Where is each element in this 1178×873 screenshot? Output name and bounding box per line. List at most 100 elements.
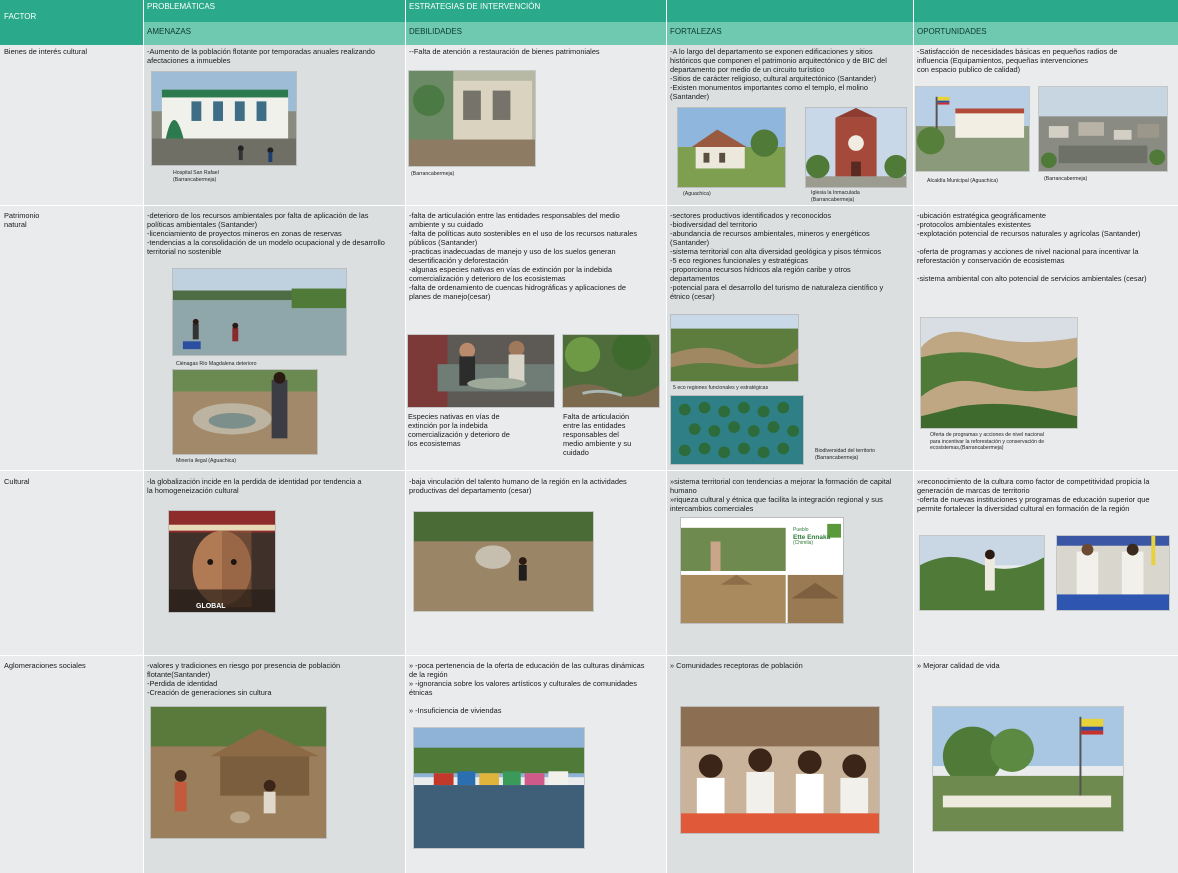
text-line: planes de manejo(cesar) — [409, 292, 491, 302]
text-line: reforestación y conservación de ecosiste… — [917, 256, 1065, 266]
caption-line: 5 eco regiones funcionales y estratégica… — [673, 385, 769, 391]
photo-caption: Minería ilegal (Aguachica) — [176, 458, 236, 465]
photo-caption: Hospital San Rafael (Barrancabermeja) — [173, 170, 219, 183]
row1-factor: Bienes de interés cultural — [0, 45, 143, 205]
row2-factor: Patrimonio natural — [0, 205, 143, 470]
text-line: -potencial para el desarrollo del turism… — [670, 283, 884, 293]
text-line: --Falta de atención a restauración de bi… — [409, 47, 600, 56]
header-factor: FACTOR — [0, 0, 143, 45]
mountain-woman-photo — [919, 535, 1045, 611]
header-fortalezas: FORTALEZAS — [666, 22, 913, 45]
text-line: » -ignorancia sobre los valores artístic… — [409, 679, 637, 689]
text-line: -practicas inadecuadas de manejo y uso d… — [409, 247, 616, 257]
caption-line: (Aguachica) — [683, 191, 711, 197]
text-line: -tendencias a la consolidación de un mod… — [147, 238, 385, 248]
cienagas-flood-photo — [172, 268, 347, 356]
caption-line: Alcaldía Municipal (Aguachica) — [927, 178, 998, 184]
text-line: -sectores productivos identificados y re… — [670, 211, 832, 220]
photo-caption: (Barrancabermeja) — [1044, 176, 1087, 183]
text-line: » -Insuficiencia de viviendas — [409, 706, 502, 716]
text-line: »reconocimiento de la cultura como facto… — [917, 477, 1150, 486]
text-line: departamento por medio de un circuito tu… — [670, 65, 825, 75]
text-line: natural — [4, 220, 27, 230]
column-divider — [405, 0, 406, 873]
text-line: (Santander) — [670, 238, 710, 248]
text-line: -Creación de generaciones sin cultura — [147, 688, 272, 698]
row3-factor: Cultural — [0, 470, 143, 655]
caption-line: (Barrancabermeja) — [411, 171, 455, 177]
text-line: -la globalización incide en la perdida d… — [147, 477, 362, 486]
text-line: departamentos — [670, 274, 720, 284]
text-line: generación de marcas de territorio — [917, 486, 1030, 496]
text-line: -valores y tradiciones en riesgo por pre… — [147, 661, 341, 670]
river-valley-photo — [670, 314, 799, 382]
text-line: -Perdida de identidad — [147, 679, 218, 689]
text-line: -biodiversidad del territorio — [670, 220, 758, 230]
caption-line: Falta de articulación — [563, 412, 630, 421]
text-line: productivas del departamento (cesar) — [409, 486, 532, 496]
text-line: étnico (cesar) — [670, 292, 715, 302]
text-line: influencia (Equipamientos, pequeñas inte… — [917, 56, 1088, 66]
hospital-photo — [151, 71, 297, 166]
text-line: desertificación y deforestación — [409, 256, 509, 266]
photo-caption: Iglesia la Inmaculada (Barrancabermeja) — [811, 190, 860, 203]
text-line: con espacio publico de calidad) — [917, 65, 1021, 75]
text-line: permite fortalecer la diversidad cultura… — [917, 504, 1130, 514]
text-line: Bienes de interés cultural — [4, 47, 87, 56]
text-line: -oferta de programas y acciones de nivel… — [917, 247, 1139, 257]
text-line: -sistema territorial con alta diversidad… — [670, 247, 882, 257]
text-line: -abundancia de recursos ambientales, min… — [670, 229, 870, 239]
alcaldia-photo — [915, 86, 1030, 172]
illegal-mining-photo — [172, 369, 318, 455]
village-children-photo — [150, 706, 327, 839]
caption-line: los ecosistemas — [408, 439, 461, 449]
header-estrategias: ESTRATEGIAS DE INTERVENCIÓN — [405, 0, 1178, 22]
text-line: flotante(Santander) — [147, 670, 211, 680]
photo-caption: Especies nativas en vías de extinción po… — [408, 412, 510, 448]
column-divider — [666, 0, 667, 873]
text-line: Cultural — [4, 477, 30, 486]
text-line: -sistema ambiental con alto potencial de… — [917, 274, 1147, 284]
text-line: comercialización y deterioro de los ecos… — [409, 274, 566, 284]
caption-line: (Barrancabermeja) — [1044, 176, 1088, 182]
caption-line: GLOBAL — [196, 603, 226, 610]
text-line: » Mejorar calidad de vida — [917, 661, 1000, 670]
text-line: políticas ambientales (Santander) — [147, 220, 258, 230]
text-line: -algunas especies nativas en vías de ext… — [409, 265, 612, 275]
caption-line: comercialización y deterioro de — [408, 430, 510, 440]
caption-line: extinción por la indebida — [408, 421, 488, 431]
text-line: históricos que componen el patrimonio ar… — [670, 56, 887, 66]
caption-line: (Chimila) — [793, 539, 813, 546]
caption-line: Especies nativas en vías de — [408, 412, 500, 421]
text-line: -oferta de nuevas instituciones y progra… — [917, 495, 1150, 505]
caption-line: ecosistemas,(Barrancabermeja) — [930, 445, 1004, 451]
caption-line: medio ambiente y su — [563, 439, 632, 449]
header-problematicas: PROBLEMÁTICAS — [143, 0, 405, 22]
wetland-aerial-photo — [670, 395, 804, 465]
text-line: -falta de políticas auto sostenibles en … — [409, 229, 638, 239]
header-oportunidades: OPORTUNIDADES — [913, 22, 1178, 45]
text-line: intercambios comerciales — [670, 504, 754, 514]
stilt-houses-photo — [413, 727, 585, 849]
text-line: -explotación potencial de recursos natur… — [917, 229, 1141, 239]
text-line: -falta de articulación entre las entidad… — [409, 211, 620, 220]
text-line: »sistema territorial con tendencias a me… — [670, 477, 892, 486]
column-divider — [143, 0, 144, 873]
matrix-table: FACTOR PROBLEMÁTICAS ESTRATEGIAS DE INTE… — [0, 0, 1178, 873]
text-line: -protocolos ambientales existentes — [917, 220, 1031, 230]
fisherman-river-photo — [413, 511, 594, 612]
text-line: » Comunidades receptoras de población — [670, 661, 803, 670]
photo-caption: (Aguachica) — [683, 191, 711, 198]
caption-line: (Barrancabermeja) — [173, 176, 217, 183]
community-flag-photo — [932, 706, 1124, 832]
text-line: -falta de ordenamiento de cuencas hidrog… — [409, 283, 626, 293]
text-line: públicos (Santander) — [409, 238, 478, 248]
text-line: -baja vinculación del talento humano de … — [409, 477, 627, 486]
column-divider — [913, 0, 914, 873]
photo-caption: Ciénagas Río Magdalena deterioro — [176, 361, 256, 368]
photo-caption: Falta de articulación entre las entidade… — [563, 412, 631, 457]
heritage-ruin-photo — [408, 70, 536, 167]
row-divider — [0, 205, 1178, 206]
forest-stream-photo — [562, 334, 660, 408]
text-line: »riqueza cultural y étnica que facilita … — [670, 495, 883, 505]
